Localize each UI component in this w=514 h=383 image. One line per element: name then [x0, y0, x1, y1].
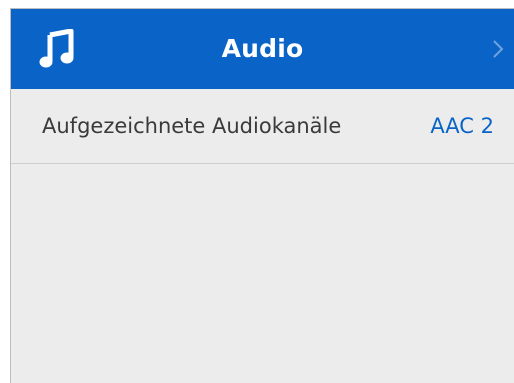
- setting-label: Aufgezeichnete Audiokanäle: [42, 114, 342, 138]
- setting-row-recorded-audio-channels[interactable]: Aufgezeichnete Audiokanäle AAC 2: [11, 89, 514, 164]
- chevron-right-icon[interactable]: [492, 39, 504, 59]
- menu-header: Audio: [11, 9, 514, 89]
- page-title: Audio: [221, 34, 304, 63]
- setting-value[interactable]: AAC 2: [430, 89, 494, 164]
- audio-settings-screen: Audio Aufgezeichnete Audiokanäle AAC 2: [10, 8, 514, 383]
